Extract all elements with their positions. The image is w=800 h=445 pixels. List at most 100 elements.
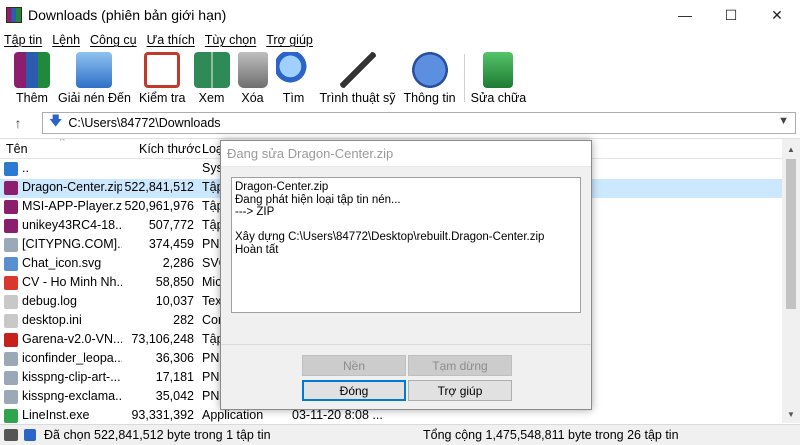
key-icon <box>24 429 36 441</box>
file-type: PNG <box>202 351 222 365</box>
close-window-button[interactable]: ✕ <box>754 0 800 30</box>
file-name: Chat_icon.svg <box>22 256 102 270</box>
menu-help[interactable]: Trợ giúp <box>266 33 313 47</box>
winrar-books-icon <box>14 52 50 88</box>
file-name: kisspng-exclama... <box>22 389 122 403</box>
file-type: Sys <box>202 161 222 175</box>
file-icon <box>4 314 18 328</box>
file-type: Tập <box>202 180 222 194</box>
toolbar: Thêm Giải nén Đến Kiểm tra Xem Xóa Tìm T… <box>0 50 800 108</box>
view-book-icon <box>193 52 230 88</box>
file-size: 36,306 <box>155 351 194 365</box>
wizard-wand-icon <box>339 52 376 88</box>
file-name: desktop.ini <box>22 313 82 327</box>
file-size: 507,772 <box>148 218 194 232</box>
file-type: Tex <box>202 294 222 308</box>
scroll-thumb[interactable] <box>786 159 796 309</box>
file-icon <box>4 333 18 347</box>
file-icon <box>4 352 18 366</box>
scroll-up-icon[interactable]: ▲ <box>782 141 800 157</box>
status-total: Tổng cộng 1,475,548,811 byte trong 26 tậ… <box>423 428 679 442</box>
path-field[interactable]: 🡇 C:\Users\84772\Downloads ▼ <box>42 112 796 134</box>
file-icon <box>4 295 18 309</box>
path-value: C:\Users\84772\Downloads <box>68 116 221 130</box>
file-type: Cor <box>202 313 222 327</box>
file-icon <box>4 371 18 385</box>
up-folder-button[interactable]: ↑ <box>0 110 36 136</box>
file-icon <box>4 257 18 271</box>
column-name[interactable]: Tên <box>6 142 28 156</box>
file-icon <box>4 219 18 233</box>
add-button[interactable]: Thêm <box>14 50 50 105</box>
menu-options[interactable]: Tùy chọn <box>205 33 256 47</box>
path-bar: ↑ 🡇 C:\Users\84772\Downloads ▼ <box>0 110 800 136</box>
file-type: Tập <box>202 332 222 346</box>
window-title: Downloads (phiên bản giới hạn) <box>28 7 227 23</box>
file-icon <box>4 162 18 176</box>
close-dialog-button[interactable]: Đóng <box>302 380 406 401</box>
file-size: 93,331,392 <box>131 408 194 422</box>
menu-favorites[interactable]: Ưa thích <box>147 33 195 47</box>
info-button[interactable]: Thông tin <box>403 50 456 105</box>
help-button[interactable]: Trợ giúp <box>408 380 512 401</box>
extract-to-button[interactable]: Giải nén Đến <box>58 50 131 105</box>
scroll-down-icon[interactable]: ▼ <box>782 406 800 422</box>
file-type: PNG <box>202 370 222 384</box>
test-button[interactable]: Kiểm tra <box>139 50 186 105</box>
file-type: Tập <box>202 199 222 213</box>
file-size: 2,286 <box>162 256 194 270</box>
log-line: ---> ZIP <box>235 206 275 218</box>
file-type: PNG <box>202 237 222 251</box>
background-button[interactable]: Nền <box>302 355 406 376</box>
file-size: 58,850 <box>155 275 194 289</box>
wizard-button[interactable]: Trình thuật sỹ <box>320 50 395 105</box>
file-icon <box>4 409 18 423</box>
file-name: iconfinder_leopa... <box>22 351 122 365</box>
repair-dialog: Đang sửa Dragon-Center.zip Dragon-Center… <box>220 140 592 410</box>
log-line: Đang phát hiện loại tập tin nén... <box>235 193 401 206</box>
info-icon <box>411 52 448 88</box>
repair-button[interactable]: Sửa chữa <box>471 50 526 105</box>
dialog-log: Dragon-Center.zip Đang phát hiện loại tậ… <box>231 177 581 313</box>
column-size[interactable]: Kích thước <box>139 142 201 156</box>
vertical-scrollbar[interactable]: ▲ ▼ <box>782 139 800 423</box>
file-name: .. <box>22 161 29 175</box>
find-button[interactable]: Tìm <box>275 50 312 105</box>
extract-folder-icon <box>76 52 113 88</box>
view-button[interactable]: Xem <box>193 50 230 105</box>
pause-button[interactable]: Tạm dừng <box>408 355 512 376</box>
file-name: Garena-v2.0-VN... <box>22 332 122 346</box>
winrar-app-icon <box>6 7 22 23</box>
menu-commands[interactable]: Lệnh <box>52 33 80 47</box>
file-name: kisspng-clip-art-... <box>22 370 121 384</box>
file-type: Mic <box>202 275 222 289</box>
file-icon <box>4 200 18 214</box>
minimize-button[interactable]: — <box>662 0 708 30</box>
file-type: Application <box>202 408 264 422</box>
file-size: 522,841,512 <box>124 180 194 194</box>
file-name: LineInst.exe <box>22 408 90 422</box>
status-bar: Đã chọn 522,841,512 byte trong 1 tập tin… <box>0 424 800 445</box>
chevron-down-icon[interactable]: ▼ <box>778 115 789 127</box>
log-line: Hoàn tất <box>235 243 279 256</box>
log-line: Dragon-Center.zip <box>235 181 329 193</box>
menu-bar: Tập tin Lệnh Công cụ Ưa thích Tùy chọn T… <box>0 30 800 50</box>
maximize-button[interactable]: ☐ <box>708 0 754 30</box>
file-name: [CITYPNG.COM]... <box>22 237 122 251</box>
file-icon <box>4 238 18 252</box>
menu-file[interactable]: Tập tin <box>4 33 42 47</box>
dialog-title: Đang sửa Dragon-Center.zip <box>221 141 591 167</box>
toolbar-separator <box>463 54 465 102</box>
file-date: 03-11-20 8:08 ... <box>292 408 383 422</box>
file-name: unikey43RC4-18... <box>22 218 122 232</box>
sort-ascending-icon: ^ <box>60 138 65 147</box>
delete-button[interactable]: Xóa <box>237 50 268 105</box>
file-size: 282 <box>173 313 194 327</box>
file-type: PNG <box>202 389 222 403</box>
menu-tools[interactable]: Công cụ <box>90 33 137 47</box>
trash-icon <box>237 52 268 88</box>
file-name: debug.log <box>22 294 77 308</box>
window-controls: — ☐ ✕ <box>662 0 800 30</box>
file-type: Tập <box>202 218 222 232</box>
